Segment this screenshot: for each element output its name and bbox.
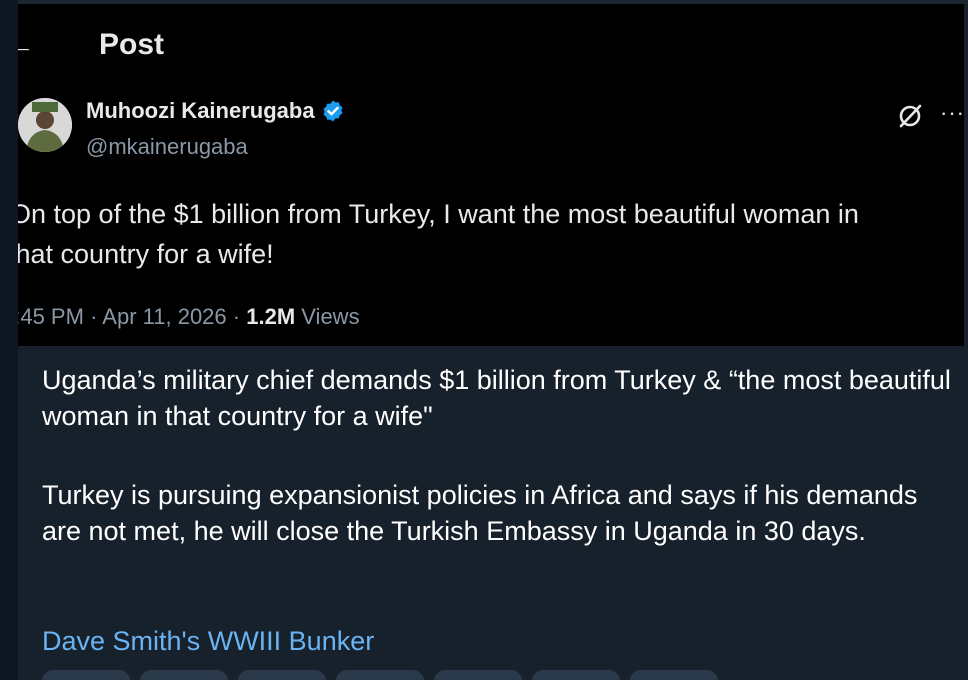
verified-badge-icon xyxy=(321,99,345,123)
tweet-text-line-1: On top of the $1 billion from Turkey, I … xyxy=(10,199,859,229)
views-count: 1.2M xyxy=(246,304,296,329)
grok-icon[interactable] xyxy=(896,102,924,130)
caption-paragraph-1: Uganda’s military chief demands $1 billi… xyxy=(42,365,951,431)
reaction-button[interactable] xyxy=(532,670,620,680)
meta-separator: · xyxy=(232,304,247,329)
reaction-button[interactable] xyxy=(140,670,228,680)
reaction-button[interactable] xyxy=(434,670,522,680)
message-caption: Uganda’s military chief demands $1 billi… xyxy=(42,362,952,549)
message-bubble: ← Post Muhoozi Kainerugaba @mkainerugaba xyxy=(0,0,968,680)
page-title: Post xyxy=(99,28,165,61)
channel-link[interactable]: Dave Smith's WWIII Bunker xyxy=(42,626,374,657)
author-name[interactable]: Muhoozi Kainerugaba xyxy=(86,98,345,124)
reaction-bar xyxy=(18,670,968,680)
views-label: Views xyxy=(301,304,360,329)
tweet-screenshot[interactable]: ← Post Muhoozi Kainerugaba @mkainerugaba xyxy=(0,4,964,346)
avatar-image xyxy=(18,98,72,152)
avatar xyxy=(18,98,72,152)
reaction-button[interactable] xyxy=(336,670,424,680)
tweet-text: On top of the $1 billion from Turkey, I … xyxy=(8,194,964,274)
reaction-button[interactable] xyxy=(42,670,130,680)
reaction-button[interactable] xyxy=(238,670,326,680)
more-options-icon[interactable]: ··· xyxy=(940,100,964,126)
author-handle[interactable]: @mkainerugaba xyxy=(86,134,248,160)
caption-paragraph-2: Turkey is pursuing expansionist policies… xyxy=(42,480,918,546)
chat-left-edge xyxy=(0,0,18,680)
reaction-button[interactable] xyxy=(630,670,718,680)
author-name-text: Muhoozi Kainerugaba xyxy=(86,98,315,123)
tweet-text-line-2: that country for a wife! xyxy=(8,239,274,269)
tweet-date[interactable]: Apr 11, 2026 xyxy=(102,304,226,329)
tweet-meta: 4:45 PM · Apr 11, 2026 · 1.2M Views xyxy=(2,304,360,330)
meta-separator: · xyxy=(90,304,103,329)
